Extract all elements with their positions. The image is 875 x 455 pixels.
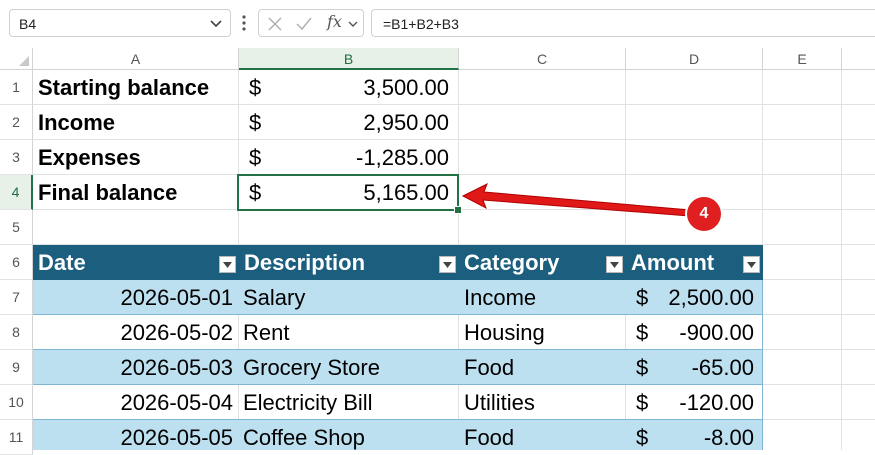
table-header-description[interactable]: Description: [244, 245, 365, 280]
formula-input[interactable]: =B1+B2+B3: [371, 9, 875, 37]
table-cell-description[interactable]: Electricity Bill: [243, 385, 457, 420]
enter-check-icon[interactable]: [295, 16, 313, 32]
table-cell-date[interactable]: 2026-05-05: [33, 420, 233, 450]
currency-symbol[interactable]: $: [249, 105, 279, 140]
summary-label[interactable]: Final balance: [38, 175, 238, 210]
filter-button-category[interactable]: [606, 256, 623, 273]
name-box-value[interactable]: B4: [19, 16, 36, 32]
row-header-2[interactable]: 2: [0, 105, 33, 140]
table-cell-category[interactable]: Income: [464, 280, 624, 315]
table-cell-amount[interactable]: -8.00: [651, 420, 754, 450]
table-cell-amount[interactable]: -900.00: [651, 315, 754, 350]
column-header-c[interactable]: C: [459, 48, 626, 70]
table-cell-description[interactable]: Salary: [243, 280, 457, 315]
row-header-9[interactable]: 9: [0, 350, 33, 385]
more-vertical-icon[interactable]: [239, 12, 249, 34]
summary-value[interactable]: -1,285.00: [279, 140, 449, 175]
table-header-category[interactable]: Category: [464, 245, 559, 280]
row-header-6[interactable]: 6: [0, 245, 33, 280]
formula-text[interactable]: =B1+B2+B3: [383, 16, 459, 32]
row-header-7[interactable]: 7: [0, 280, 33, 315]
table-cell-category[interactable]: Utilities: [464, 385, 624, 420]
filter-dropdown-icon: [747, 262, 756, 268]
select-all-corner[interactable]: [0, 48, 33, 70]
filter-button-date[interactable]: [219, 256, 236, 273]
filter-button-description[interactable]: [439, 256, 456, 273]
filter-dropdown-icon: [223, 262, 232, 268]
table-cell-date[interactable]: 2026-05-03: [33, 350, 233, 385]
fill-handle[interactable]: [454, 206, 462, 214]
table-cell-date[interactable]: 2026-05-04: [33, 385, 233, 420]
table-cell-description[interactable]: Grocery Store: [243, 350, 457, 385]
row-header-10[interactable]: 10: [0, 385, 33, 420]
summary-value[interactable]: 2,950.00: [279, 105, 449, 140]
filter-dropdown-icon: [610, 262, 619, 268]
table-cell-amount[interactable]: -120.00: [651, 385, 754, 420]
summary-label[interactable]: Expenses: [38, 140, 238, 175]
table-cell-description[interactable]: Rent: [243, 315, 457, 350]
name-box[interactable]: B4: [9, 9, 231, 37]
callout-badge-number: 4: [699, 205, 709, 222]
column-header-e[interactable]: E: [763, 48, 842, 70]
worksheet-grid[interactable]: Starting balance $ 3,500.00 Income $ 2,9…: [33, 70, 875, 450]
summary-value[interactable]: 3,500.00: [279, 70, 449, 105]
table-cell-date[interactable]: 2026-05-01: [33, 280, 233, 315]
row-header-8[interactable]: 8: [0, 315, 33, 350]
table-cell-date[interactable]: 2026-05-02: [33, 315, 233, 350]
cancel-icon[interactable]: [267, 16, 283, 32]
table-cell-category[interactable]: Housing: [464, 315, 624, 350]
summary-label[interactable]: Income: [38, 105, 238, 140]
row-header-3[interactable]: 3: [0, 140, 33, 175]
insert-function-icon[interactable]: fx: [327, 12, 342, 31]
table-header-date[interactable]: Date: [38, 245, 86, 280]
row-header-4[interactable]: 4: [0, 175, 33, 210]
table-cell-category[interactable]: Food: [464, 420, 624, 450]
table-cell-amount[interactable]: -65.00: [651, 350, 754, 385]
table-cell-amount[interactable]: 2,500.00: [651, 280, 754, 315]
column-header-b[interactable]: B: [239, 48, 459, 70]
table-cell-description[interactable]: Coffee Shop: [243, 420, 457, 450]
column-header-f[interactable]: [842, 48, 875, 70]
column-header-a[interactable]: A: [33, 48, 239, 70]
filter-button-amount[interactable]: [743, 256, 760, 273]
table-header-amount[interactable]: Amount: [631, 245, 714, 280]
expand-chevron-icon[interactable]: [347, 18, 359, 30]
row-header-1[interactable]: 1: [0, 70, 33, 105]
active-cell-selection[interactable]: [237, 174, 459, 211]
select-all-triangle-icon: [19, 56, 29, 66]
filter-dropdown-icon: [443, 262, 452, 268]
table-cell-category[interactable]: Food: [464, 350, 624, 385]
chevron-down-icon[interactable]: [208, 15, 224, 31]
row-header-5[interactable]: 5: [0, 210, 33, 245]
formula-buttons: fx: [258, 9, 364, 37]
currency-symbol[interactable]: $: [249, 70, 279, 105]
formula-bar: B4 fx =B1+B2+B3: [0, 0, 875, 48]
currency-symbol[interactable]: $: [249, 140, 279, 175]
column-header-d[interactable]: D: [626, 48, 763, 70]
summary-label[interactable]: Starting balance: [38, 70, 238, 105]
